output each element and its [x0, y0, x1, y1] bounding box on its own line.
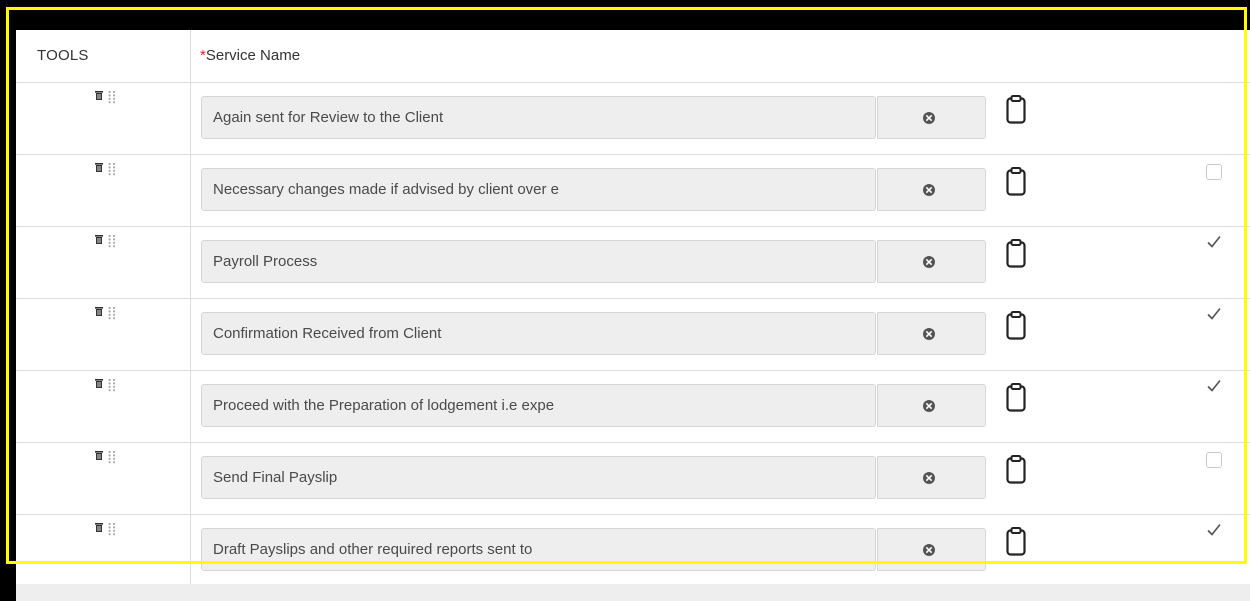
trash-icon[interactable]: [95, 451, 103, 460]
service-name-value: Confirmation Received from Client: [213, 325, 442, 342]
table-footer: [16, 584, 1250, 601]
row-checkbox[interactable]: [1206, 524, 1222, 540]
row-tools: [95, 232, 119, 248]
table-row: Necessary changes made if advised by cli…: [16, 154, 1250, 226]
clear-button[interactable]: [877, 312, 986, 355]
service-name-field[interactable]: Proceed with the Preparation of lodgemen…: [201, 384, 876, 427]
row-divider: [16, 442, 1250, 443]
row-divider: [16, 226, 1250, 227]
clear-button[interactable]: [877, 240, 986, 283]
clear-button[interactable]: [877, 384, 986, 427]
service-name-header-label: Service Name: [205, 47, 301, 64]
service-name-field[interactable]: Again sent for Review to the Client: [201, 96, 876, 139]
clipboard-icon[interactable]: [1006, 311, 1026, 340]
service-name-value: Again sent for Review to the Client: [213, 109, 444, 126]
clear-x-icon: [923, 328, 935, 340]
trash-icon[interactable]: [95, 307, 103, 316]
clipboard-icon[interactable]: [1006, 95, 1026, 124]
row-checkbox[interactable]: [1206, 308, 1222, 324]
table-row: Again sent for Review to the Client: [16, 82, 1250, 154]
service-name-value: Payroll Process: [213, 253, 318, 270]
clear-x-icon: [923, 112, 935, 124]
clear-button[interactable]: [877, 168, 986, 211]
row-divider: [16, 82, 1250, 83]
row-tools: [95, 448, 119, 464]
trash-icon[interactable]: [95, 235, 103, 244]
clear-button[interactable]: [877, 456, 986, 499]
table-row: Payroll Process: [16, 226, 1250, 298]
clear-x-icon: [923, 472, 935, 484]
row-tools: [95, 520, 119, 536]
service-name-field[interactable]: Necessary changes made if advised by cli…: [201, 168, 876, 211]
service-name-field[interactable]: Send Final Payslip: [201, 456, 876, 499]
row-checkbox[interactable]: [1206, 452, 1222, 468]
service-name-value: Necessary changes made if advised by cli…: [213, 181, 560, 198]
row-divider: [16, 298, 1250, 299]
row-tools: [95, 304, 119, 320]
service-name-column-header: *Service Name: [200, 47, 300, 64]
clear-x-icon: [923, 544, 935, 556]
tools-column-header: TOOLS: [37, 47, 89, 64]
row-tools: [95, 160, 119, 176]
clear-x-icon: [923, 400, 935, 412]
service-name-field[interactable]: Payroll Process: [201, 240, 876, 283]
service-name-field[interactable]: Confirmation Received from Client: [201, 312, 876, 355]
row-checkbox[interactable]: [1206, 236, 1222, 252]
trash-icon[interactable]: [95, 163, 103, 172]
table-row: Draft Payslips and other required report…: [16, 514, 1250, 586]
clipboard-icon[interactable]: [1006, 527, 1026, 556]
clear-button[interactable]: [877, 96, 986, 139]
clear-x-icon: [923, 184, 935, 196]
drag-handle-icon[interactable]: [108, 450, 116, 464]
service-name-value: Send Final Payslip: [213, 469, 338, 486]
checkmark-icon: [1206, 234, 1222, 255]
checkmark-icon: [1206, 522, 1222, 543]
clipboard-icon[interactable]: [1006, 167, 1026, 196]
trash-icon[interactable]: [95, 91, 103, 100]
checkmark-icon: [1206, 306, 1222, 327]
trash-icon[interactable]: [95, 523, 103, 532]
drag-handle-icon[interactable]: [108, 162, 116, 176]
table-row: Send Final Payslip: [16, 442, 1250, 514]
table-row: Proceed with the Preparation of lodgemen…: [16, 370, 1250, 442]
row-divider: [16, 154, 1250, 155]
drag-handle-icon[interactable]: [108, 378, 116, 392]
service-name-value: Proceed with the Preparation of lodgemen…: [213, 397, 555, 414]
clear-x-icon: [923, 256, 935, 268]
row-divider: [16, 514, 1250, 515]
row-checkbox[interactable]: [1206, 164, 1222, 180]
clipboard-icon[interactable]: [1006, 455, 1026, 484]
services-table: TOOLS *Service Name Again sent for Revie…: [16, 30, 1250, 601]
service-name-value: Draft Payslips and other required report…: [213, 541, 533, 558]
clipboard-icon[interactable]: [1006, 239, 1026, 268]
drag-handle-icon[interactable]: [108, 90, 116, 104]
checkmark-icon: [1206, 378, 1222, 399]
trash-icon[interactable]: [95, 379, 103, 388]
clear-button[interactable]: [877, 528, 986, 571]
row-tools: [95, 88, 119, 104]
row-checkbox[interactable]: [1206, 380, 1222, 396]
drag-handle-icon[interactable]: [108, 306, 116, 320]
service-name-field[interactable]: Draft Payslips and other required report…: [201, 528, 876, 571]
row-tools: [95, 376, 119, 392]
row-divider: [16, 370, 1250, 371]
clipboard-icon[interactable]: [1006, 383, 1026, 412]
drag-handle-icon[interactable]: [108, 234, 116, 248]
table-row: Confirmation Received from Client: [16, 298, 1250, 370]
drag-handle-icon[interactable]: [108, 522, 116, 536]
